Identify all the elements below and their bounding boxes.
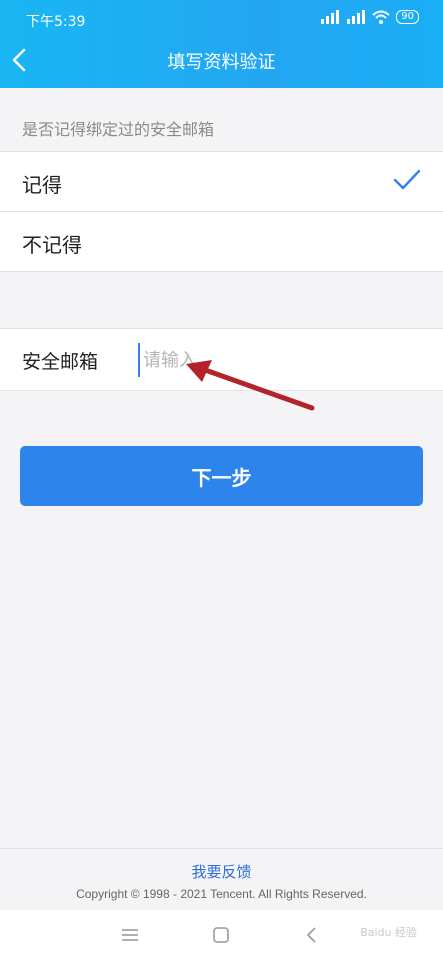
status-bar: 下午5:39 90	[0, 0, 443, 36]
signal-icon-2	[347, 10, 366, 24]
home-icon[interactable]	[209, 924, 233, 946]
option-remember[interactable]: 记得	[0, 152, 443, 211]
wifi-icon	[372, 10, 390, 24]
system-nav-bar: Baidu 经验	[0, 910, 443, 960]
email-label: 安全邮箱	[22, 351, 99, 373]
watermark: Baidu 经验	[360, 926, 417, 939]
option-not-remember[interactable]: 不记得	[0, 211, 443, 271]
signal-icon	[321, 10, 340, 24]
question-label: 是否记得绑定过的安全邮箱	[22, 120, 215, 139]
next-step-button[interactable]: 下一步	[20, 446, 423, 506]
back-nav-icon[interactable]	[300, 924, 324, 946]
status-icons: 90	[320, 10, 419, 24]
feedback-link[interactable]: 我要反馈	[0, 861, 443, 882]
menu-icon[interactable]	[118, 924, 142, 946]
red-arrow-annotation-icon	[186, 360, 315, 411]
copyright-text: Copyright © 1998 - 2021 Tencent. All Rig…	[76, 887, 367, 901]
status-time: 下午5:39	[26, 14, 86, 30]
option-label: 记得	[22, 173, 62, 197]
page-title: 填写资料验证	[167, 52, 276, 73]
option-list: 记得 不记得	[0, 151, 443, 272]
check-icon	[393, 169, 421, 190]
battery-indicator: 90	[396, 10, 419, 24]
footer: 我要反馈 Copyright © 1998 - 2021 Tencent. Al…	[0, 848, 443, 911]
nav-bar: 填写资料验证	[0, 36, 443, 84]
option-label: 不记得	[22, 233, 82, 257]
app-header: 下午5:39 90 填写资料验证	[0, 0, 443, 88]
